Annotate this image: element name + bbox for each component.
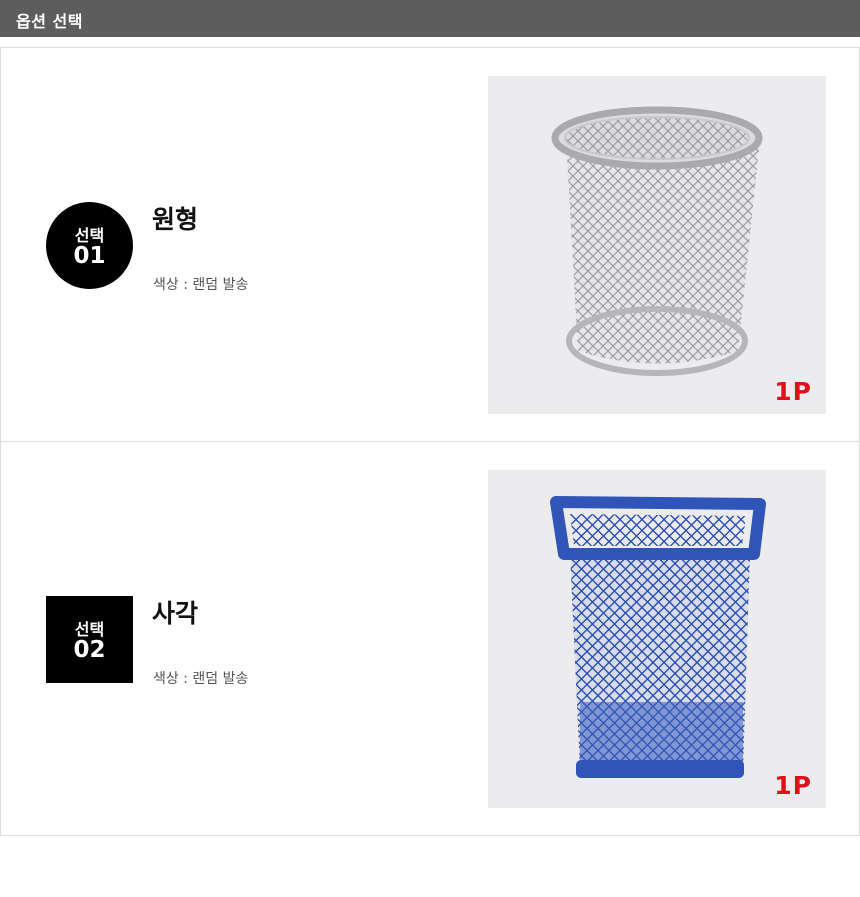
section-header: 옵션 선택 (0, 0, 860, 37)
option-description: 색상 : 랜덤 발송 (153, 671, 249, 687)
option-name: 사각 (152, 599, 199, 628)
product-image-round-basket: 1P (488, 76, 826, 414)
product-image-square-basket: 1P (488, 470, 826, 808)
option-description: 색상 : 랜덤 발송 (153, 277, 249, 293)
quantity-label: 1P (774, 771, 812, 800)
quantity-label: 1P (774, 377, 812, 406)
option-badge-01: 선택 01 (46, 202, 133, 289)
badge-number: 01 (73, 243, 106, 269)
round-mesh-basket-icon (551, 106, 763, 376)
option-badge-02: 선택 02 (46, 596, 133, 683)
square-mesh-basket-icon (550, 496, 766, 778)
badge-number: 02 (73, 637, 106, 663)
option-card-01[interactable]: 선택 01 원형 색상 : 랜덤 발송 1P (0, 47, 860, 442)
section-title: 옵션 선택 (16, 12, 83, 31)
option-card-02[interactable]: 선택 02 사각 색상 : 랜덤 발송 1P (0, 441, 860, 836)
option-name: 원형 (152, 205, 199, 234)
